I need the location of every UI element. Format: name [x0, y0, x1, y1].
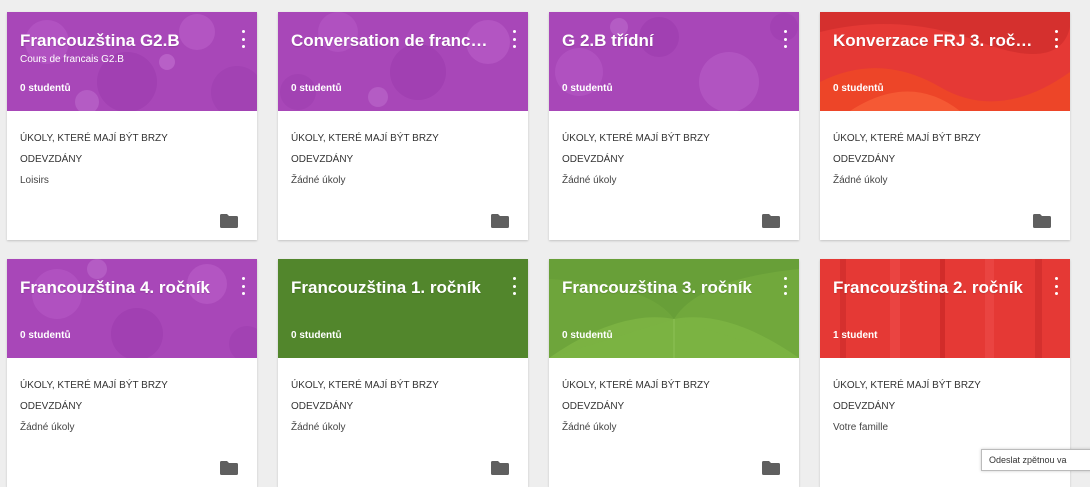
student-count: 0 studentů [562, 330, 613, 341]
banner-background [820, 259, 1070, 358]
class-card[interactable]: Francouzština G2.B Cours de francais G2.… [7, 12, 257, 240]
banner-background [549, 259, 799, 358]
class-title[interactable]: Francouzština 1. ročník [291, 278, 496, 298]
due-heading-line2: ODEVZDÁNY [562, 154, 625, 165]
due-heading: ÚKOLY, KTERÉ MAJÍ BÝT BRZY ODEVZDÁNY [562, 128, 786, 170]
assignment-item[interactable]: Votre famille [833, 422, 1057, 433]
more-vert-icon[interactable] [236, 277, 250, 295]
assignment-item: Žádné úkoly [291, 422, 346, 433]
banner-background [7, 259, 257, 358]
class-grid: Francouzština G2.B Cours de francais G2.… [7, 12, 1070, 487]
class-card-banner[interactable]: Francouzština 3. ročník 0 studentů [549, 259, 799, 358]
due-heading-line1: ÚKOLY, KTERÉ MAJÍ BÝT BRZY [562, 380, 710, 391]
folder-icon[interactable] [220, 214, 238, 228]
due-heading-line2: ODEVZDÁNY [833, 401, 896, 412]
class-card-banner[interactable]: Francouzština G2.B Cours de francais G2.… [7, 12, 257, 111]
folder-icon[interactable] [762, 461, 780, 475]
class-subtitle: Cours de francais G2.B [20, 54, 124, 65]
class-title[interactable]: Francouzština 4. ročník [20, 278, 225, 298]
student-count: 0 studentů [291, 83, 342, 94]
student-count: 0 studentů [20, 83, 71, 94]
class-card[interactable]: Francouzština 1. ročník 0 studentů ÚKOLY… [278, 259, 528, 487]
due-heading-line1: ÚKOLY, KTERÉ MAJÍ BÝT BRZY [20, 133, 168, 144]
class-card-banner[interactable]: Francouzština 4. ročník 0 studentů [7, 259, 257, 358]
due-heading-line1: ÚKOLY, KTERÉ MAJÍ BÝT BRZY [291, 380, 439, 391]
due-heading: ÚKOLY, KTERÉ MAJÍ BÝT BRZY ODEVZDÁNY [20, 128, 244, 170]
due-heading-line1: ÚKOLY, KTERÉ MAJÍ BÝT BRZY [833, 133, 981, 144]
class-title[interactable]: Francouzština 3. ročník [562, 278, 767, 298]
due-heading: ÚKOLY, KTERÉ MAJÍ BÝT BRZY ODEVZDÁNY [833, 375, 1057, 417]
feedback-button[interactable]: Odeslat zpětnou va [981, 449, 1090, 471]
student-count: 0 studentů [291, 330, 342, 341]
more-vert-icon[interactable] [507, 277, 521, 295]
class-card[interactable]: Francouzština 4. ročník 0 studentů ÚKOLY… [7, 259, 257, 487]
due-heading-line1: ÚKOLY, KTERÉ MAJÍ BÝT BRZY [833, 380, 981, 391]
due-heading-line1: ÚKOLY, KTERÉ MAJÍ BÝT BRZY [562, 133, 710, 144]
more-vert-icon[interactable] [778, 277, 792, 295]
class-card-banner[interactable]: Francouzština 2. ročník 1 student [820, 259, 1070, 358]
class-card-banner[interactable]: Francouzština 1. ročník 0 studentů [278, 259, 528, 358]
more-vert-icon[interactable] [1049, 277, 1063, 295]
due-heading-line2: ODEVZDÁNY [291, 401, 354, 412]
assignment-item: Žádné úkoly [562, 422, 617, 433]
banner-background [820, 12, 1070, 111]
student-count: 0 studentů [562, 83, 613, 94]
due-heading-line2: ODEVZDÁNY [562, 401, 625, 412]
more-vert-icon[interactable] [236, 30, 250, 48]
assignment-item: Žádné úkoly [20, 422, 75, 433]
more-vert-icon[interactable] [778, 30, 792, 48]
folder-icon[interactable] [491, 461, 509, 475]
due-heading: ÚKOLY, KTERÉ MAJÍ BÝT BRZY ODEVZDÁNY [20, 375, 244, 417]
folder-icon[interactable] [1033, 214, 1051, 228]
class-card-banner[interactable]: Konverzace FRJ 3. ročník 0 studentů [820, 12, 1070, 111]
class-title[interactable]: Conversation de francais ... [291, 31, 496, 51]
class-title[interactable]: G 2.B třídní [562, 31, 767, 51]
student-count: 0 studentů [833, 83, 884, 94]
due-heading-line1: ÚKOLY, KTERÉ MAJÍ BÝT BRZY [291, 133, 439, 144]
assignment-item: Žádné úkoly [562, 175, 617, 186]
due-heading-line2: ODEVZDÁNY [291, 154, 354, 165]
assignment-item[interactable]: Loisirs [20, 175, 244, 186]
banner-background [278, 259, 528, 358]
assignment-item: Žádné úkoly [833, 175, 888, 186]
due-heading-line1: ÚKOLY, KTERÉ MAJÍ BÝT BRZY [20, 380, 168, 391]
banner-background [278, 12, 528, 111]
banner-background [549, 12, 799, 111]
more-vert-icon[interactable] [1049, 30, 1063, 48]
due-heading-line2: ODEVZDÁNY [20, 401, 83, 412]
student-count: 1 student [833, 330, 878, 341]
class-card[interactable]: Konverzace FRJ 3. ročník 0 studentů ÚKOL… [820, 12, 1070, 240]
due-heading-line2: ODEVZDÁNY [833, 154, 896, 165]
student-count: 0 studentů [20, 330, 71, 341]
class-card[interactable]: Conversation de francais ... 0 studentů … [278, 12, 528, 240]
class-title[interactable]: Francouzština 2. ročník [833, 278, 1038, 298]
due-heading: ÚKOLY, KTERÉ MAJÍ BÝT BRZY ODEVZDÁNY [291, 128, 515, 170]
class-card[interactable]: Francouzština 3. ročník 0 studentů ÚKOLY… [549, 259, 799, 487]
class-card-banner[interactable]: Conversation de francais ... 0 studentů [278, 12, 528, 111]
class-card[interactable]: G 2.B třídní 0 studentů ÚKOLY, KTERÉ MAJ… [549, 12, 799, 240]
class-title[interactable]: Konverzace FRJ 3. ročník [833, 31, 1038, 51]
more-vert-icon[interactable] [507, 30, 521, 48]
class-card-banner[interactable]: G 2.B třídní 0 studentů [549, 12, 799, 111]
due-heading: ÚKOLY, KTERÉ MAJÍ BÝT BRZY ODEVZDÁNY [833, 128, 1057, 170]
assignment-item: Žádné úkoly [291, 175, 346, 186]
class-title[interactable]: Francouzština G2.B [20, 31, 225, 51]
folder-icon[interactable] [762, 214, 780, 228]
due-heading: ÚKOLY, KTERÉ MAJÍ BÝT BRZY ODEVZDÁNY [562, 375, 786, 417]
folder-icon[interactable] [491, 214, 509, 228]
due-heading: ÚKOLY, KTERÉ MAJÍ BÝT BRZY ODEVZDÁNY [291, 375, 515, 417]
folder-icon[interactable] [220, 461, 238, 475]
due-heading-line2: ODEVZDÁNY [20, 154, 83, 165]
